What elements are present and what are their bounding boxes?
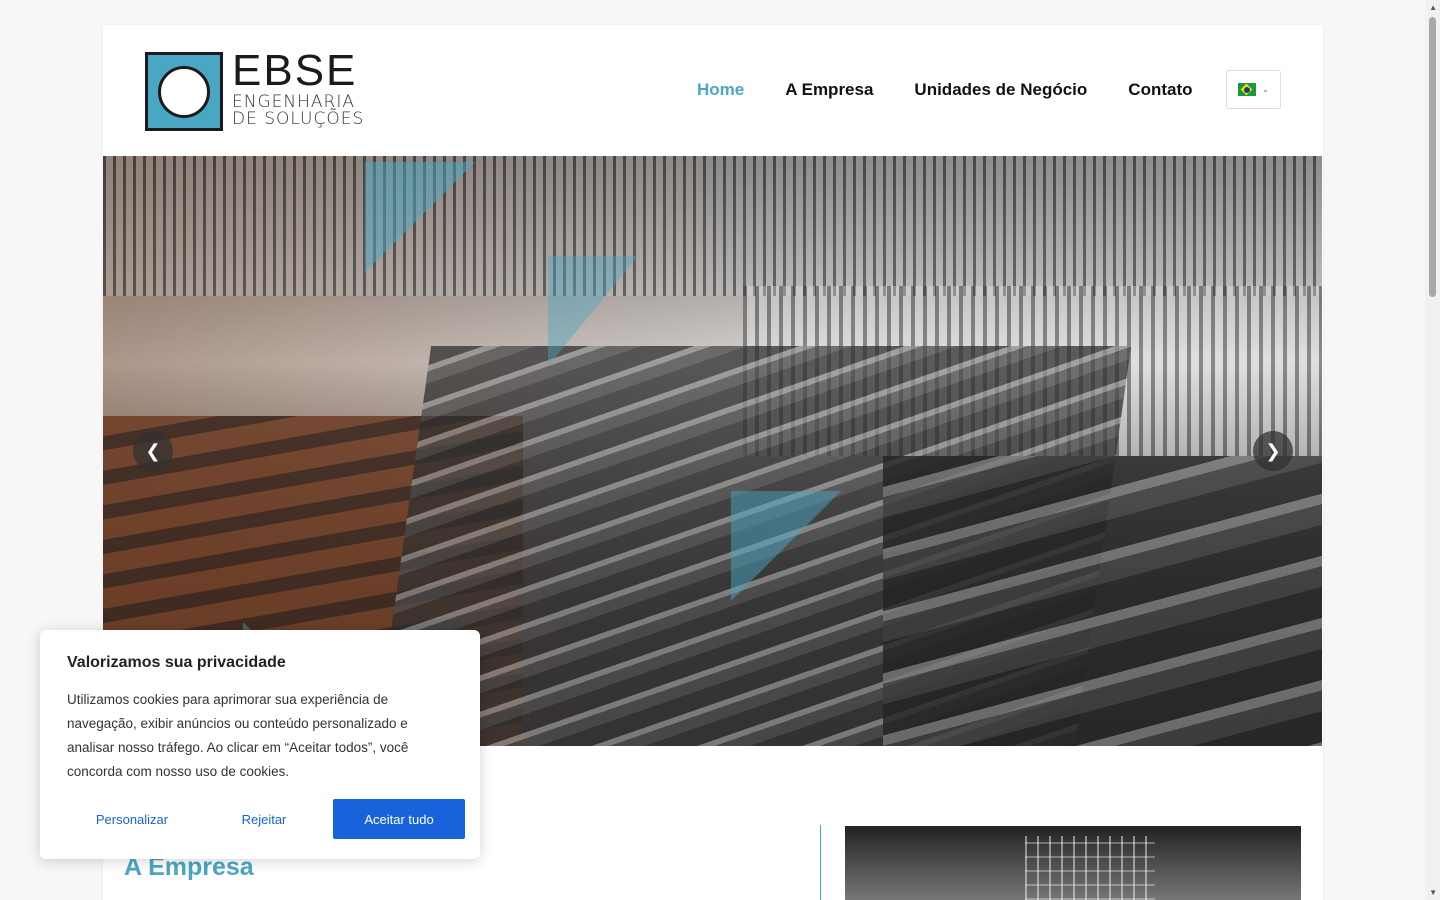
logo-mark-icon [145,52,223,131]
nav-item-unidades-de-negocio[interactable]: Unidades de Negócio [914,78,1087,102]
nav-item-a-empresa[interactable]: A Empresa [785,78,873,102]
slider-next-button[interactable]: ❯ [1253,431,1293,471]
nav-item-home[interactable]: Home [697,78,744,102]
hero-image-roof [103,156,1322,296]
cookie-title: Valorizamos sua privacidade [67,654,286,671]
scrollbar[interactable]: ▲ ▼ [1425,0,1440,900]
slider-prev-button[interactable]: ❮ [133,431,173,471]
accept-all-button[interactable]: Aceitar tudo [333,799,465,839]
language-selector[interactable]: ⌄ [1226,70,1281,109]
scroll-down-icon[interactable]: ▼ [1429,888,1437,897]
site-logo[interactable]: EBSE ENGENHARIA DE SOLUÇÕES [145,48,364,131]
accent-triangle [731,491,841,601]
logo-line2: DE SOLUÇÕES [232,109,365,129]
logo-name: EBSE [232,46,358,95]
chevron-right-icon: ❯ [1265,440,1281,461]
cookie-actions: Personalizar Rejeitar Aceitar tudo [66,799,465,839]
section-image [845,826,1301,900]
nav-item-contato[interactable]: Contato [1128,78,1192,102]
chevron-left-icon: ❮ [145,440,161,461]
main-nav: Home A Empresa Unidades de Negócio Conta… [697,78,1234,102]
customize-button[interactable]: Personalizar [66,799,198,839]
hero-image-pipes-large [883,456,1322,746]
section-divider [820,825,821,900]
cookie-text: Utilizamos cookies para aprimorar sua ex… [67,692,409,779]
reject-button[interactable]: Rejeitar [198,799,330,839]
brazil-flag-icon [1237,83,1256,96]
cookie-consent-banner: Valorizamos sua privacidade Utilizamos c… [40,630,480,859]
scrollbar-thumb[interactable] [1429,17,1436,297]
logo-text: EBSE ENGENHARIA DE SOLUÇÕES [232,48,364,128]
accent-triangle [548,256,638,366]
chevron-down-icon: ⌄ [1261,84,1270,94]
scroll-up-icon[interactable]: ▲ [1429,3,1437,12]
accent-triangle [365,162,475,272]
